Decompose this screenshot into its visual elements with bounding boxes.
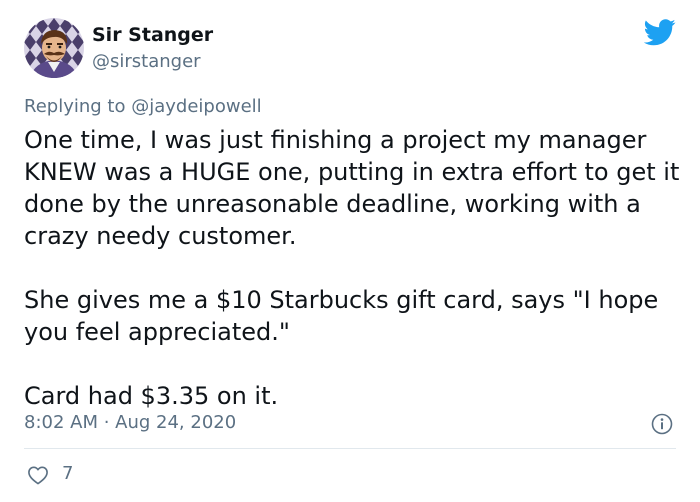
tweet-card: Sir Stanger @sirstanger Replying to @jay… bbox=[0, 0, 700, 502]
replying-prefix: Replying to bbox=[24, 96, 126, 117]
tweet-text: One time, I was just finishing a project… bbox=[24, 124, 684, 412]
display-name[interactable]: Sir Stanger bbox=[92, 24, 213, 46]
reply-mention-link[interactable]: @jaydeipowell bbox=[131, 96, 261, 117]
like-count: 7 bbox=[62, 463, 74, 484]
tweet-paragraph: One time, I was just finishing a project… bbox=[24, 126, 680, 250]
heart-icon[interactable] bbox=[27, 465, 49, 485]
user-handle[interactable]: @sirstanger bbox=[92, 51, 201, 72]
info-icon[interactable] bbox=[651, 413, 673, 435]
tweet-paragraph: Card had $3.35 on it. bbox=[24, 382, 279, 410]
tweet-paragraph: She gives me a $10 Starbucks gift card, … bbox=[24, 286, 659, 346]
avatar-illustration-icon bbox=[24, 18, 84, 78]
avatar[interactable] bbox=[24, 18, 84, 78]
tweet-timestamp[interactable]: 8:02 AM · Aug 24, 2020 bbox=[24, 412, 236, 433]
divider bbox=[24, 448, 676, 449]
replying-to: Replying to @jaydeipowell bbox=[24, 96, 262, 117]
twitter-bird-icon[interactable] bbox=[644, 19, 676, 46]
